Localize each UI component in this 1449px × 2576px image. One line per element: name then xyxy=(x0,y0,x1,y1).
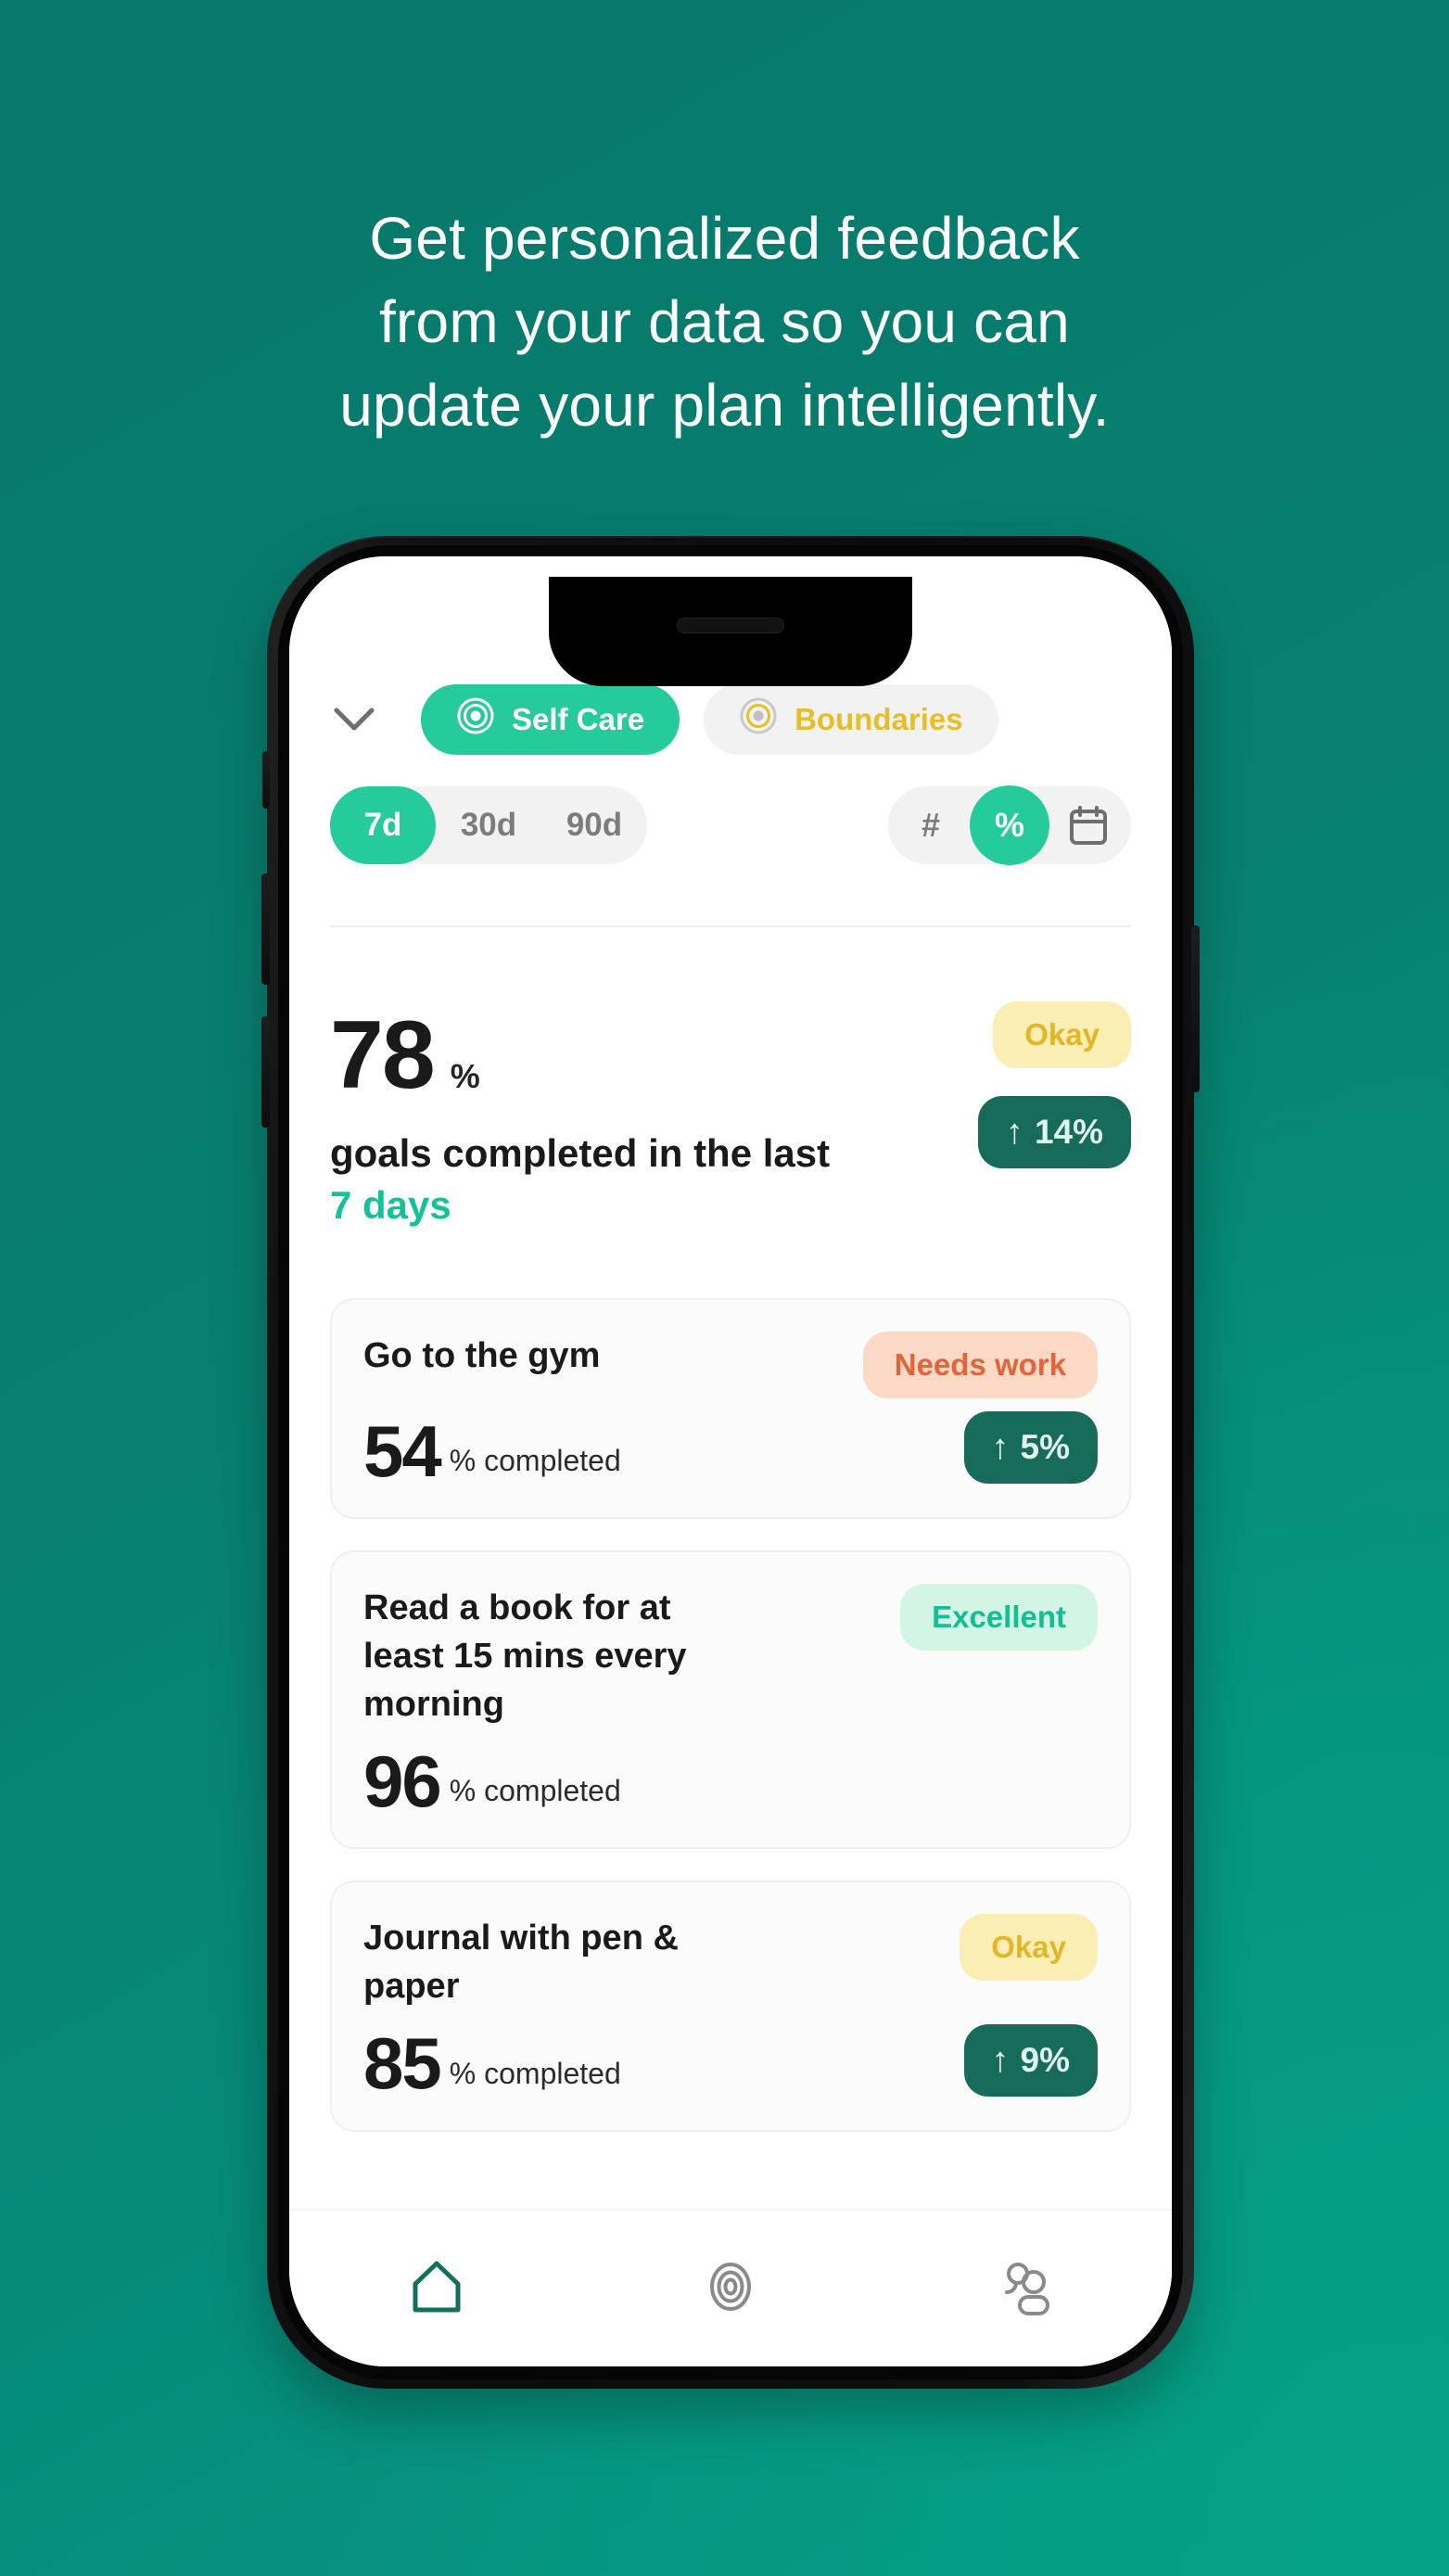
goal-value: 85 xyxy=(363,2022,442,2105)
target-icon xyxy=(698,2254,763,2324)
calendar-icon[interactable] xyxy=(1055,786,1122,864)
trend-value: 9% xyxy=(1020,2040,1070,2079)
goal-card-header: Go to the gym Needs work xyxy=(363,1332,1098,1398)
goal-unit: % completed xyxy=(449,1774,621,1808)
status-badge: Okay xyxy=(960,1914,1098,1982)
tab-boundaries[interactable]: Boundaries xyxy=(704,684,998,755)
summary-unit: % xyxy=(450,1057,480,1095)
goal-unit: % completed xyxy=(449,2056,621,2090)
goal-card[interactable]: Go to the gym Needs work 54 % completed … xyxy=(330,1298,1131,1520)
summary-caption: goals completed in the last 7 days xyxy=(330,1128,849,1231)
phone-notch xyxy=(549,577,912,686)
section-divider xyxy=(330,925,1131,927)
phone-silent-switch[interactable] xyxy=(262,751,270,809)
goal-card-list: Go to the gym Needs work 54 % completed … xyxy=(330,1298,1131,2163)
range-filter-7d[interactable]: 7d xyxy=(330,786,436,864)
marketing-headline: Get personalized feedback from your data… xyxy=(0,197,1449,447)
unit-filter-percent[interactable]: % xyxy=(970,785,1049,865)
home-icon xyxy=(404,2254,469,2324)
summary-caption-accent: 7 days xyxy=(330,1183,451,1227)
category-tab-scroller[interactable]: Self Care Boundaries xyxy=(421,684,1172,755)
tab-self-care-label: Self Care xyxy=(512,702,645,736)
phone-speaker xyxy=(677,618,784,633)
nav-home-button[interactable] xyxy=(381,2238,492,2340)
summary-value-row: 78 % xyxy=(330,1007,849,1103)
arrow-up-icon: ↑ xyxy=(1005,1113,1023,1152)
trend-value: 5% xyxy=(1020,1428,1070,1467)
tab-self-care[interactable]: Self Care xyxy=(421,684,680,755)
summary-right: Okay ↑ 14% xyxy=(977,998,1131,1168)
goal-card-header: Journal with pen & paper Okay xyxy=(363,1914,1098,2010)
trend-badge: ↑ 5% xyxy=(963,1411,1098,1485)
goal-value: 54 xyxy=(363,1410,442,1492)
goal-title: Read a book for at least 15 mins every m… xyxy=(363,1588,687,1725)
trend-badge: ↑ 14% xyxy=(977,1096,1131,1168)
category-tab-row[interactable]: Self Care Boundaries xyxy=(289,681,1172,759)
status-badge: Needs work xyxy=(862,1332,1098,1398)
range-filter-group[interactable]: 7d 30d 90d xyxy=(330,786,647,864)
unit-filter-group[interactable]: # % xyxy=(888,785,1131,865)
range-filter-30d[interactable]: 30d xyxy=(436,786,541,864)
headline-line-2: from your data so you can xyxy=(379,288,1070,355)
goal-title: Journal with pen & paper xyxy=(363,1919,679,2007)
headline-line-1: Get personalized feedback xyxy=(369,205,1080,272)
phone-mockup: Self Care Boundaries 7d 30d 90d # % 78 %… xyxy=(261,536,1200,2389)
trend-value: 14% xyxy=(1034,1113,1103,1151)
summary-caption-prefix: goals completed in the last xyxy=(330,1131,831,1175)
chevron-down-icon[interactable] xyxy=(330,695,378,744)
phone-volume-down-button[interactable] xyxy=(261,1016,270,1128)
goal-card[interactable]: Journal with pen & paper Okay 85 % compl… xyxy=(330,1881,1131,2132)
goal-card[interactable]: Read a book for at least 15 mins every m… xyxy=(330,1550,1131,1850)
app-root: Self Care Boundaries 7d 30d 90d # % 78 %… xyxy=(289,556,1172,2366)
filter-row[interactable]: 7d 30d 90d # % xyxy=(330,785,1131,865)
target-icon xyxy=(456,696,495,743)
arrow-up-icon: ↑ xyxy=(991,1428,1010,1468)
phone-screen: Self Care Boundaries 7d 30d 90d # % 78 %… xyxy=(289,556,1172,2366)
goal-value: 96 xyxy=(363,1741,442,1823)
summary-value: 78 xyxy=(330,1001,436,1109)
goal-card-header: Read a book for at least 15 mins every m… xyxy=(363,1584,1098,1728)
summary-left: 78 % goals completed in the last 7 days xyxy=(330,998,849,1231)
nav-goals-button[interactable] xyxy=(675,2238,786,2340)
tab-boundaries-label: Boundaries xyxy=(794,702,963,736)
nav-community-button[interactable] xyxy=(969,2238,1080,2340)
goal-title: Go to the gym xyxy=(363,1336,601,1375)
app-scroll-area[interactable]: Self Care Boundaries 7d 30d 90d # % 78 %… xyxy=(289,556,1172,2209)
arrow-up-icon: ↑ xyxy=(991,2040,1010,2080)
status-badge: Excellent xyxy=(900,1584,1098,1651)
headline-line-3: update your plan intelligently. xyxy=(339,372,1110,439)
people-icon xyxy=(990,2254,1059,2324)
bottom-navigation-bar[interactable] xyxy=(289,2209,1172,2366)
status-badge: Okay xyxy=(993,1001,1131,1068)
range-filter-90d[interactable]: 90d xyxy=(541,786,647,864)
trend-badge: ↑ 9% xyxy=(963,2023,1098,2097)
phone-volume-up-button[interactable] xyxy=(261,874,270,985)
goal-metric: 96 % completed xyxy=(363,1741,1098,1823)
summary-section: 78 % goals completed in the last 7 days … xyxy=(330,998,1131,1231)
goal-unit: % completed xyxy=(449,1444,621,1478)
target-icon xyxy=(739,696,778,743)
phone-power-button[interactable] xyxy=(1191,925,1200,1092)
unit-filter-count[interactable]: # xyxy=(897,786,964,864)
